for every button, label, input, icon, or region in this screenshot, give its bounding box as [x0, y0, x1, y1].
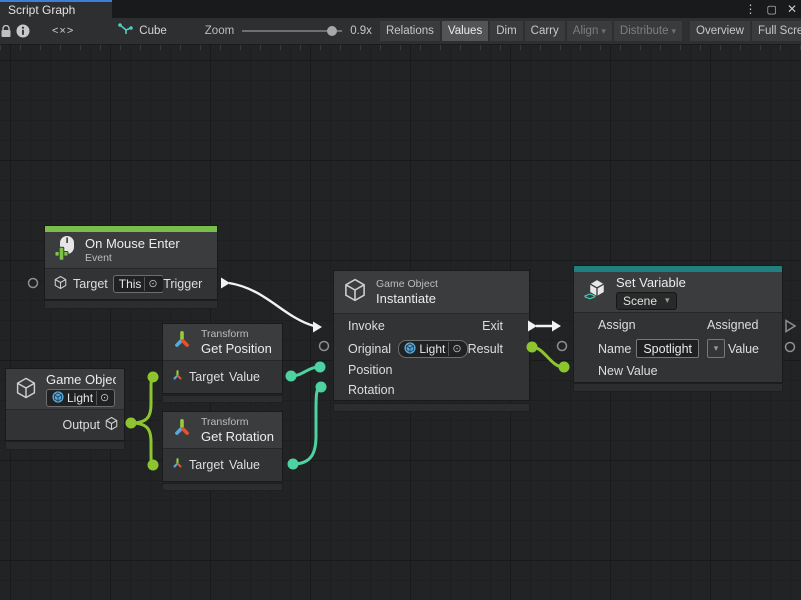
- graph-toolbar: <×> Cube Zoom 0.9x Relations Values Dim …: [0, 18, 801, 45]
- tab-script-graph[interactable]: Script Graph: [0, 0, 112, 18]
- graph-icon: [118, 23, 133, 39]
- game-object-icon: [104, 416, 119, 434]
- node-footer: [573, 383, 783, 392]
- game-object-icon: [342, 277, 368, 308]
- node-title: On Mouse Enter: [85, 236, 180, 252]
- assigned-port-label: Assigned: [707, 318, 759, 332]
- lock-icon[interactable]: [0, 20, 12, 42]
- literal-object-field[interactable]: Light ⊙: [46, 389, 115, 407]
- variable-name-field[interactable]: Spotlight: [636, 339, 699, 358]
- variable-name-dropdown[interactable]: ▾: [707, 339, 725, 358]
- carry-button[interactable]: Carry: [525, 21, 565, 41]
- node-title: Game Object: [46, 372, 116, 388]
- original-port-label: Original: [348, 342, 393, 356]
- node-footer: [162, 395, 283, 403]
- unity-object-icon: [404, 342, 416, 357]
- invoke-port-label: Invoke: [348, 319, 385, 333]
- zoom-slider[interactable]: [242, 25, 342, 37]
- node-on-mouse-enter[interactable]: On Mouse Enter Event Target This ⊙ Trigg…: [44, 225, 218, 300]
- trigger-port-label: Trigger: [163, 277, 209, 291]
- node-set-variable[interactable]: <> Set Variable Scene ▾ Assign Assigned …: [573, 265, 783, 383]
- new-value-port-label: New Value: [598, 364, 658, 378]
- node-get-rotation[interactable]: Transform Get Rotation Target Value: [162, 411, 283, 482]
- node-footer: [44, 300, 218, 309]
- variable-scope-dropdown[interactable]: Scene ▾: [616, 292, 677, 310]
- unity-object-icon: [52, 391, 64, 406]
- name-port-label: Name: [598, 342, 631, 356]
- node-get-position[interactable]: Transform Get Position Target Value: [162, 323, 283, 394]
- object-picker-icon[interactable]: ⊙: [144, 277, 160, 291]
- node-footer: [333, 403, 530, 412]
- target-port-label: Target: [73, 277, 108, 291]
- close-icon[interactable]: ✕: [787, 2, 797, 16]
- chevron-down-icon: ▾: [665, 295, 670, 306]
- chevron-down-icon: ▾: [671, 26, 676, 36]
- game-object-icon: [53, 275, 68, 293]
- zoom-value: 0.9x: [350, 25, 372, 37]
- node-instantiate[interactable]: Game Object Instantiate Invoke Exit Orig…: [333, 270, 530, 401]
- transform-icon: [171, 329, 193, 356]
- dim-button[interactable]: Dim: [490, 21, 522, 41]
- info-icon[interactable]: [16, 20, 30, 42]
- window-menu-icon[interactable]: ⋮: [745, 2, 757, 16]
- node-footer: [162, 483, 283, 491]
- value-port-label: Value: [728, 342, 759, 356]
- node-title: Get Rotation: [201, 429, 274, 445]
- transform-mini-icon: [171, 369, 184, 385]
- object-picker-icon[interactable]: ⊙: [96, 391, 112, 405]
- value-port-label: Value: [229, 458, 260, 472]
- node-title: Set Variable: [616, 275, 686, 291]
- values-button[interactable]: Values: [442, 21, 488, 41]
- rotation-port-label: Rotation: [348, 383, 395, 397]
- game-object-icon: [14, 376, 38, 405]
- overview-button[interactable]: Overview: [690, 21, 750, 41]
- fullscreen-button[interactable]: Full Screen: [752, 21, 801, 41]
- maximize-icon[interactable]: ▢: [767, 3, 777, 16]
- target-port-label: Target: [189, 458, 224, 472]
- title-bar: Script Graph ⋮ ▢ ✕: [0, 0, 801, 18]
- graph-breadcrumb[interactable]: Cube: [118, 23, 167, 39]
- relations-button[interactable]: Relations: [380, 21, 440, 41]
- code-view-icon[interactable]: <×>: [34, 25, 92, 37]
- zoom-slider-handle[interactable]: [327, 26, 337, 36]
- mouse-add-icon: [53, 235, 77, 265]
- transform-icon: [171, 417, 193, 444]
- node-game-object-literal[interactable]: Game Object Light ⊙ Output: [5, 368, 125, 441]
- graph-name-label: Cube: [139, 25, 167, 37]
- distribute-dropdown[interactable]: Distribute▾: [614, 21, 682, 41]
- object-picker-icon[interactable]: ⊙: [448, 342, 464, 356]
- value-port-label: Value: [229, 370, 260, 384]
- node-category: Game Object: [376, 278, 438, 291]
- tab-label: Script Graph: [8, 3, 75, 17]
- node-title: Get Position: [201, 341, 274, 357]
- node-footer: [5, 441, 125, 450]
- unity-variable-icon: <>: [586, 279, 608, 305]
- transform-mini-icon: [171, 457, 184, 473]
- exit-port-label: Exit: [482, 319, 503, 333]
- target-object-field[interactable]: This ⊙: [113, 275, 163, 293]
- assign-port-label: Assign: [598, 318, 636, 332]
- node-subtitle: Event: [85, 252, 180, 265]
- align-dropdown[interactable]: Align▾: [567, 21, 612, 41]
- output-port-label: Output: [62, 418, 100, 432]
- node-category: Transform: [201, 416, 274, 429]
- original-object-field[interactable]: Light ⊙: [398, 340, 467, 358]
- zoom-label: Zoom: [205, 25, 234, 37]
- result-port-label: Result: [468, 342, 503, 356]
- node-title: Instantiate: [376, 291, 438, 307]
- position-port-label: Position: [348, 363, 392, 377]
- target-port-label: Target: [189, 370, 224, 384]
- node-category: Transform: [201, 328, 274, 341]
- chevron-down-icon: ▾: [601, 26, 606, 36]
